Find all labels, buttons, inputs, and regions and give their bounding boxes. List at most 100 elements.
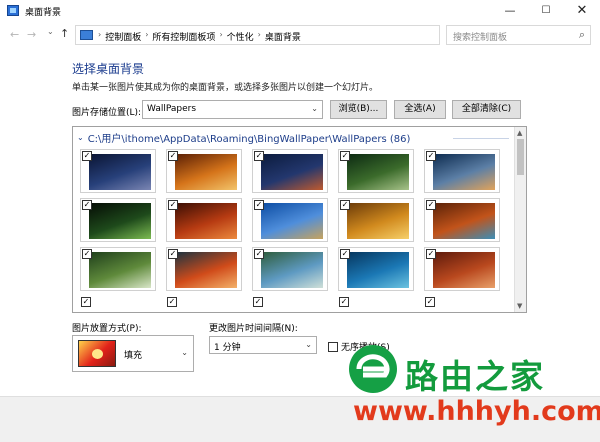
thumbnail-checkbox[interactable]: ✓ [168,200,178,210]
close-button[interactable]: ✕ [564,0,600,22]
wallpaper-thumbnail[interactable]: ✓ [166,296,242,312]
wallpaper-thumbnail[interactable]: ✓ [252,247,328,291]
fill-preview-image [78,340,116,367]
scrollbar[interactable]: ▲ ▼ [514,127,526,312]
crumb-separator-icon[interactable]: › [145,30,148,43]
thumbnail-checkbox[interactable]: ✓ [81,297,91,307]
thumbnail-checkbox[interactable]: ✓ [426,249,436,259]
thumbnail-checkbox[interactable]: ✓ [82,151,92,161]
breadcrumb-item-desktop-background[interactable]: 桌面背景 [265,30,301,43]
wallpaper-image [261,252,323,288]
up-icon[interactable]: ↑ [60,27,69,40]
folder-header[interactable]: ⌄ C:\用户\ithome\AppData\Roaming\BingWallP… [77,130,410,145]
folder-divider [453,138,509,139]
picture-position-label: 图片放置方式(P): [72,324,142,334]
chevron-down-icon: ⌄ [77,133,84,142]
minimize-button[interactable]: — [492,0,528,22]
interval-label: 更改图片时间间隔(N): [209,324,298,334]
wallpaper-image [175,203,237,239]
thumbnail-checkbox[interactable]: ✓ [340,151,350,161]
thumbnail-checkbox[interactable]: ✓ [82,249,92,259]
search-icon[interactable]: ⌕ [579,28,585,42]
picture-position-select[interactable]: 填充 ⌄ [72,335,194,372]
chevron-down-icon: ⌄ [311,104,318,113]
forward-icon[interactable]: → [27,28,36,41]
thumbnail-checkbox[interactable]: ✓ [168,151,178,161]
thumbnail-checkbox[interactable]: ✓ [168,249,178,259]
crumb-separator-icon[interactable]: › [98,30,101,43]
wallpaper-thumbnail[interactable]: ✓ [338,149,414,193]
wallpaper-thumbnail[interactable]: ✓ [80,296,156,312]
page-title: 选择桌面背景 [72,62,145,76]
select-all-button[interactable]: 全选(A) [394,100,446,119]
thumbnail-checkbox[interactable]: ✓ [426,151,436,161]
recent-locations-icon[interactable]: ⌄ [47,27,54,36]
wallpaper-image [261,154,323,190]
thumbnail-checkbox[interactable]: ✓ [254,249,264,259]
wallpaper-thumbnail[interactable]: ✓ [166,149,242,193]
back-icon[interactable]: ← [10,28,19,41]
control-panel-icon [7,5,19,16]
address-bar[interactable]: › 控制面板 › 所有控制面板项 › 个性化 › 桌面背景 ⌄ ↻ [75,25,510,45]
thumbnail-checkbox[interactable]: ✓ [340,200,350,210]
wallpaper-image [89,203,151,239]
watermark-url: www.hhhyh.com [353,396,600,427]
maximize-button[interactable]: ☐ [528,0,564,22]
window-title: 桌面背景 [25,8,62,18]
scroll-down-icon[interactable]: ▼ [517,302,522,310]
wallpaper-image [175,154,237,190]
title-bar: 桌面背景 — ☐ ✕ [0,0,600,22]
scroll-thumb[interactable] [517,139,524,175]
wallpaper-thumbnail[interactable]: ✓ [80,198,156,242]
wallpaper-thumbnail[interactable]: ✓ [252,198,328,242]
wallpaper-thumbnail[interactable]: ✓ [80,247,156,291]
folder-path: C:\用户\ithome\AppData\Roaming\BingWallPap… [87,134,411,145]
wallpaper-thumbnail[interactable]: ✓ [166,198,242,242]
wallpaper-image [433,203,495,239]
page-description: 单击某一张图片使其成为你的桌面背景，或选择多张图片以创建一个幻灯片。 [72,83,379,93]
scroll-up-icon[interactable]: ▲ [517,129,522,137]
thumbnail-checkbox[interactable]: ✓ [339,297,349,307]
crumb-separator-icon[interactable]: › [219,30,222,43]
location-select[interactable]: WallPapers ⌄ [142,100,323,119]
wallpaper-image [433,154,495,190]
search-input[interactable]: 搜索控制面板 ⌕ [446,25,591,45]
thumbnail-checkbox[interactable]: ✓ [82,200,92,210]
thumbnail-checkbox[interactable]: ✓ [426,200,436,210]
thumbnail-checkbox[interactable]: ✓ [425,297,435,307]
wallpaper-thumbnail[interactable]: ✓ [424,247,500,291]
navigation-bar: ← → ⌄ ↑ › 控制面板 › 所有控制面板项 › 个性化 › 桌面背景 ⌄ … [0,22,600,48]
location-value: WallPapers [147,104,197,114]
wallpaper-thumbnail[interactable]: ✓ [80,149,156,193]
wallpaper-thumbnail[interactable]: ✓ [338,247,414,291]
breadcrumb: › 控制面板 › 所有控制面板项 › 个性化 › 桌面背景 [98,30,301,43]
shuffle-checkbox[interactable] [328,341,338,352]
picture-panel: ⌄ C:\用户\ithome\AppData\Roaming\BingWallP… [72,126,527,313]
wallpaper-thumbnail[interactable]: ✓ [166,247,242,291]
thumbnail-checkbox[interactable]: ✓ [253,297,263,307]
thumbnail-checkbox[interactable]: ✓ [254,200,264,210]
wallpaper-thumbnail[interactable]: ✓ [424,198,500,242]
thumbnail-checkbox[interactable]: ✓ [340,249,350,259]
crumb-separator-icon[interactable]: › [258,30,261,43]
picture-position-value: 填充 [124,351,143,361]
chevron-down-icon: ⌄ [305,340,312,349]
browse-button[interactable]: 浏览(B)... [330,100,387,119]
wallpaper-thumbnail[interactable]: ✓ [424,149,500,193]
wallpaper-image [89,154,151,190]
thumbnail-checkbox[interactable]: ✓ [167,297,177,307]
clear-all-button[interactable]: 全部清除(C) [452,100,521,119]
thumbnail-checkbox[interactable]: ✓ [254,151,264,161]
breadcrumb-item-control-panel[interactable]: 控制面板 [105,30,141,43]
wallpaper-thumbnail[interactable]: ✓ [338,296,414,312]
wallpaper-image [347,252,409,288]
wallpaper-thumbnail[interactable]: ✓ [252,149,328,193]
wallpaper-thumbnail[interactable]: ✓ [424,296,500,312]
breadcrumb-item-personalization[interactable]: 个性化 [227,30,254,43]
interval-select[interactable]: 1 分钟 ⌄ [209,336,317,354]
wallpaper-thumbnail[interactable]: ✓ [252,296,328,312]
wallpaper-image [175,252,237,288]
wallpaper-thumbnail[interactable]: ✓ [338,198,414,242]
breadcrumb-item-all-items[interactable]: 所有控制面板项 [152,30,215,43]
watermark-brand: 路由之家 [405,357,545,396]
